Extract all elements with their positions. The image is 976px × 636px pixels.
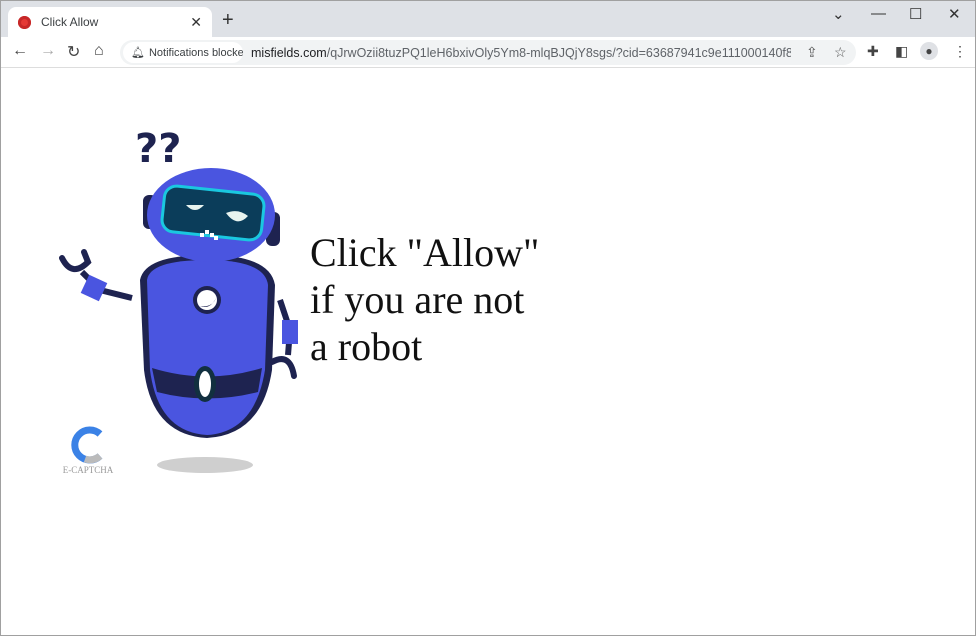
window-frame (0, 0, 976, 636)
